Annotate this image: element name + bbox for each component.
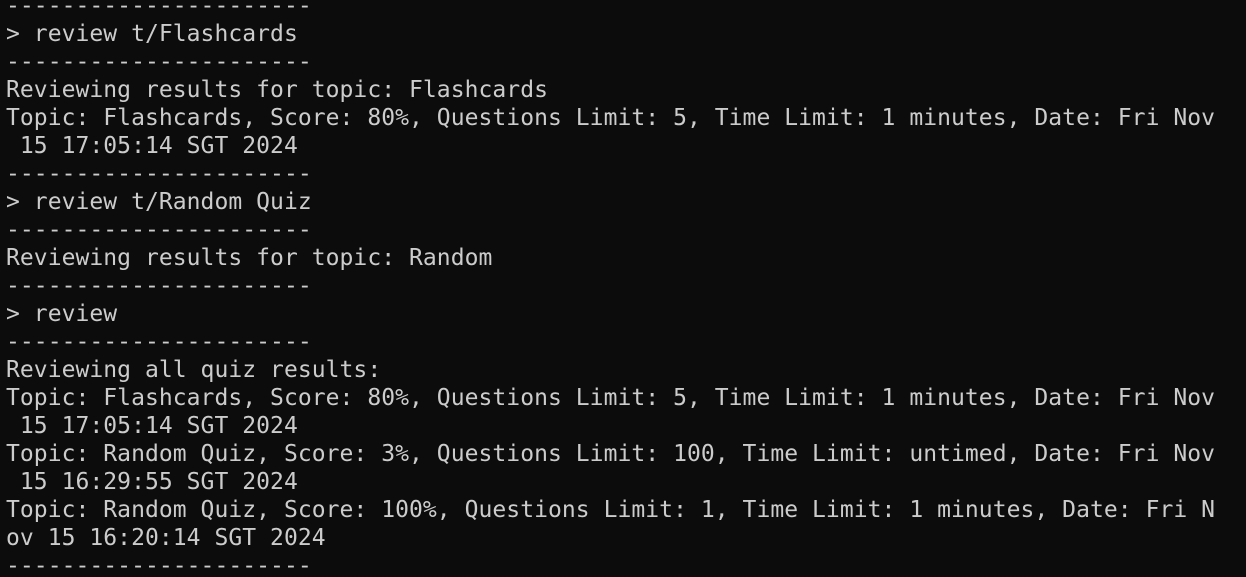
result-line-wrap: 15 17:05:14 SGT 2024 <box>6 133 298 159</box>
result-line-wrap: ov 15 16:20:14 SGT 2024 <box>6 525 326 551</box>
output-line: Reviewing results for topic: Random <box>6 245 493 271</box>
result-line: Topic: Random Quiz, Score: 3%, Questions… <box>6 441 1216 467</box>
result-line-wrap: 15 16:29:55 SGT 2024 <box>6 469 298 495</box>
result-line: Topic: Flashcards, Score: 80%, Questions… <box>6 105 1216 131</box>
separator-line: ---------------------- <box>6 217 312 243</box>
output-line: Reviewing all quiz results: <box>6 357 382 383</box>
separator-line: ---------------------- <box>6 0 312 19</box>
result-line: Topic: Random Quiz, Score: 100%, Questio… <box>6 497 1216 523</box>
terminal-window[interactable]: ---------------------- > review t/Flashc… <box>0 0 1246 577</box>
output-line: Reviewing results for topic: Flashcards <box>6 77 548 103</box>
result-line: Topic: Flashcards, Score: 80%, Questions… <box>6 385 1216 411</box>
command-line: > review t/Random Quiz <box>6 189 312 215</box>
command-line: > review <box>6 301 118 327</box>
command-line: > review t/Flashcards <box>6 21 298 47</box>
separator-line: ---------------------- <box>6 553 312 577</box>
separator-line: ---------------------- <box>6 161 312 187</box>
separator-line: ---------------------- <box>6 273 312 299</box>
result-line-wrap: 15 17:05:14 SGT 2024 <box>6 413 298 439</box>
separator-line: ---------------------- <box>6 329 312 355</box>
separator-line: ---------------------- <box>6 49 312 75</box>
terminal-output: ---------------------- > review t/Flashc… <box>6 0 1215 577</box>
